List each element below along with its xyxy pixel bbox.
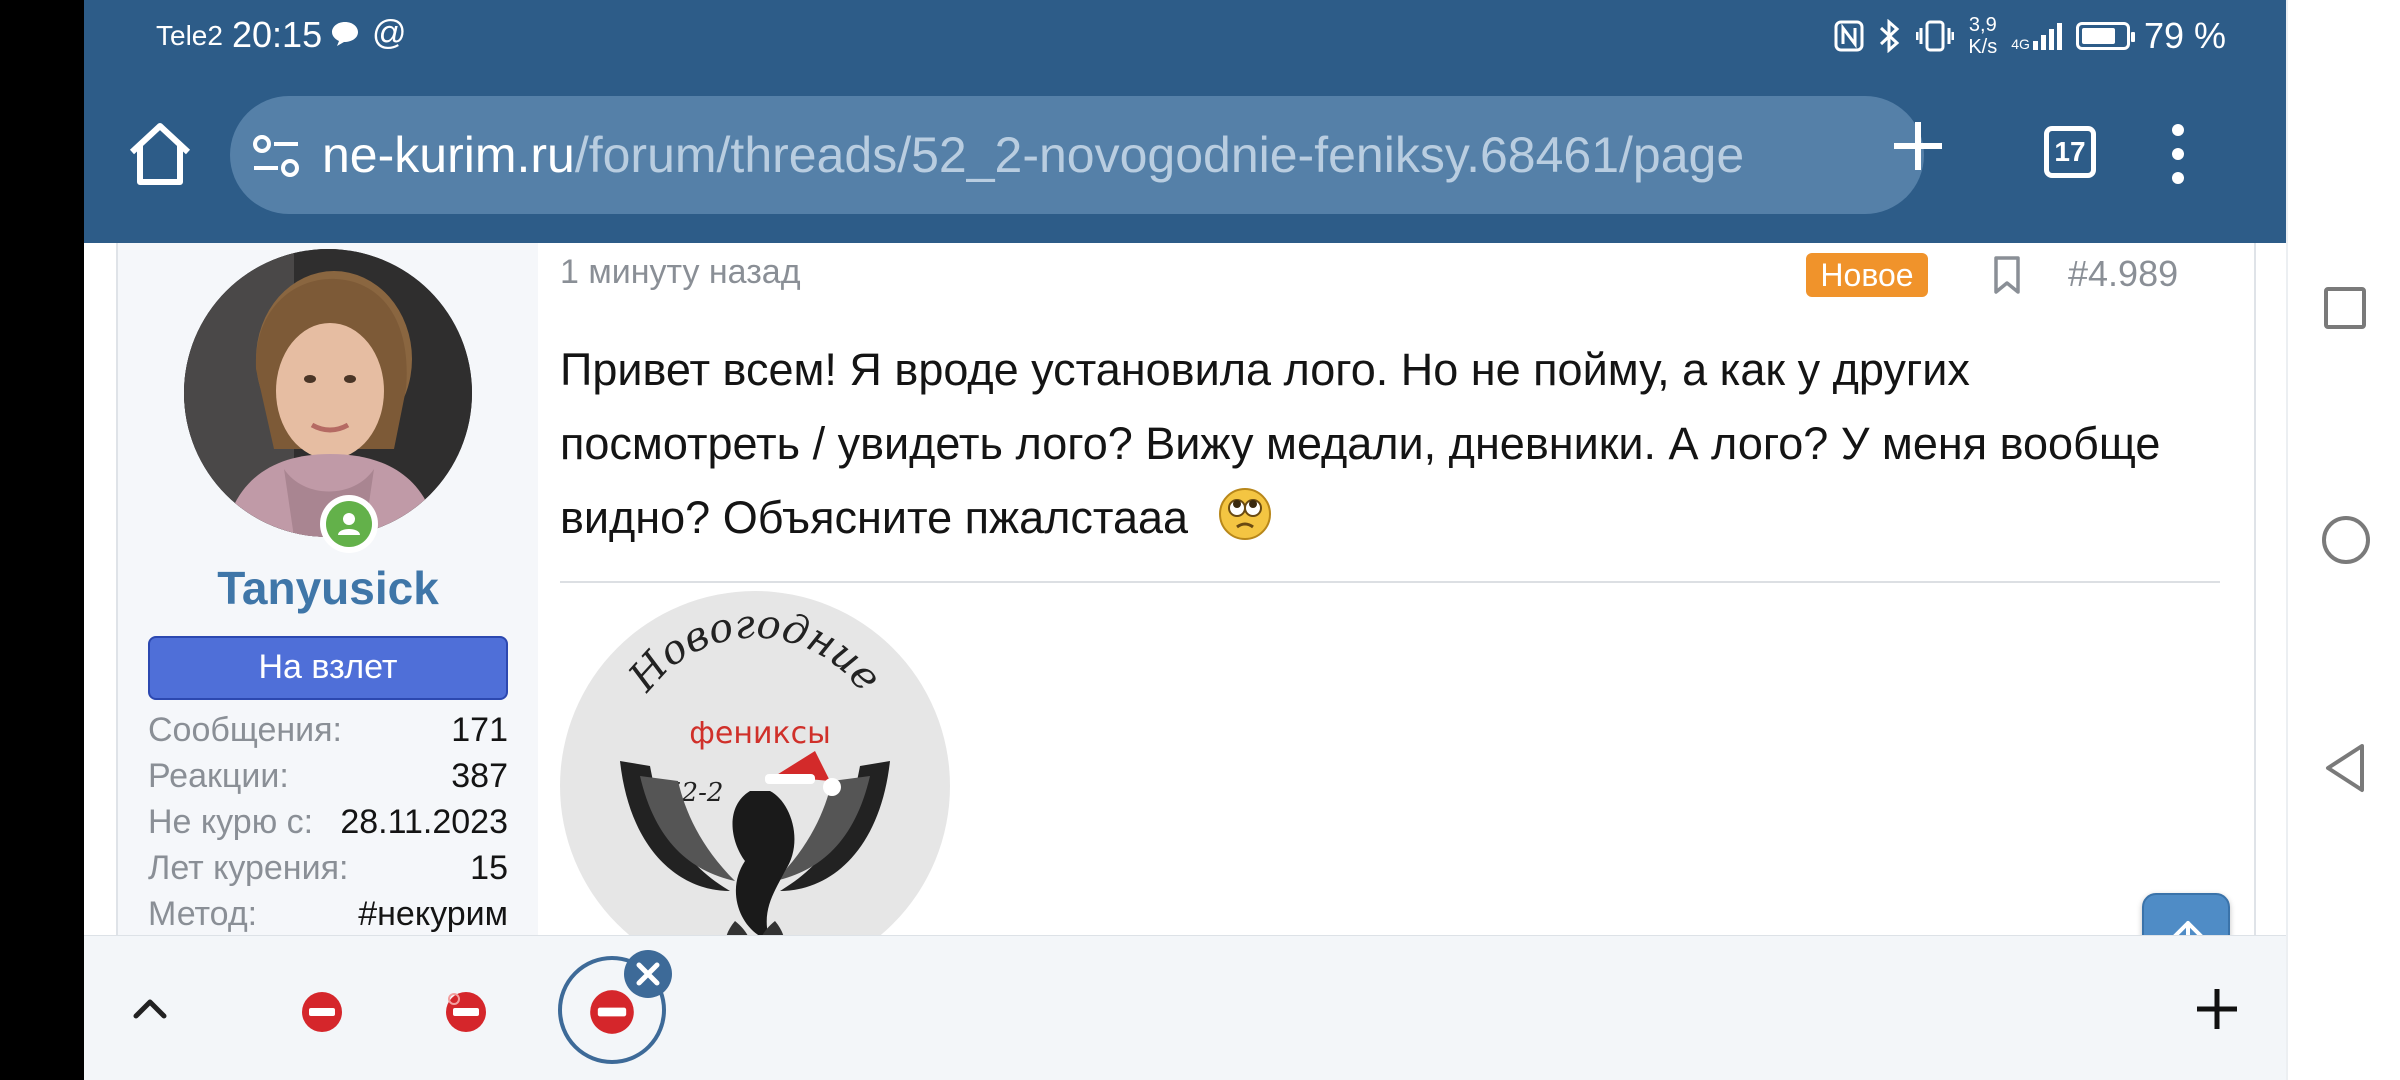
vibrate-icon — [1916, 20, 1955, 52]
user-rank-badge: На взлет — [148, 636, 508, 700]
nfc-icon — [1834, 20, 1864, 52]
status-icons: 3,9 K/s 4G 79 % — [1834, 12, 2226, 60]
device-screen: Tele2 20:15 @ 3,9 K/s 4G 79 % ne-kurim.r… — [84, 0, 2286, 1080]
stat-messages: Сообщения: 171 — [148, 711, 508, 749]
page-content: Tanyusick На взлет Сообщения: 171 Реакци… — [84, 243, 2286, 935]
battery-percent: 79 % — [2143, 15, 2226, 56]
forum-post: Tanyusick На взлет Сообщения: 171 Реакци… — [116, 243, 2256, 935]
bookmark-icon[interactable] — [1992, 255, 2022, 295]
tab-switcher-button[interactable]: 17 — [2044, 126, 2096, 178]
post-message-text: Привет всем! Я вроде установила лого. Но… — [560, 344, 2161, 543]
tune-icon[interactable] — [252, 134, 300, 178]
logo-subtitle: фениксы — [689, 716, 831, 751]
post-author-panel: Tanyusick На взлет Сообщения: 171 Реакци… — [118, 243, 538, 935]
net-speed: 3,9 K/s — [1968, 14, 1998, 58]
arrow-up-icon — [2173, 921, 2203, 935]
at-sign: @ — [372, 14, 407, 52]
signal-icon: 4G — [2011, 21, 2062, 51]
bluetooth-icon — [1880, 19, 1900, 53]
address-bar[interactable]: ne-kurim.ru/forum/threads/52_2-novogodni… — [230, 96, 1924, 214]
pleading-emoji-icon — [1219, 488, 1272, 540]
post-divider — [560, 581, 2220, 583]
browser-chrome: Tele2 20:15 @ 3,9 K/s 4G 79 % ne-kurim.r… — [84, 0, 2286, 243]
home-icon[interactable] — [124, 118, 196, 190]
stat-smoking-years: Лет курения: 15 — [148, 849, 508, 887]
tab-strip — [84, 935, 2286, 1080]
kebab-menu-icon[interactable] — [2170, 124, 2186, 184]
stat-method: Метод: #некурим — [148, 895, 508, 933]
online-status-icon — [320, 495, 378, 553]
home-circle-icon[interactable] — [2322, 516, 2370, 564]
message-icon — [332, 22, 358, 46]
carrier-label: Tele2 — [156, 20, 223, 51]
user-stats: Сообщения: 171 Реакции: 387 Не курю с: 2… — [148, 707, 508, 935]
status-bar: Tele2 20:15 @ 3,9 K/s 4G 79 % — [84, 0, 2286, 72]
stat-quit-date: Не курю с: 28.11.2023 — [148, 803, 508, 841]
new-badge: Новое — [1806, 253, 1928, 297]
logo-image[interactable]: Новогодние фениксы 52-2 — [560, 591, 950, 935]
post-number-link[interactable]: #4.989 — [2068, 253, 2178, 295]
battery-icon — [2075, 22, 2135, 50]
url-text[interactable]: ne-kurim.ru/forum/threads/52_2-novogodni… — [322, 126, 1902, 184]
username-link[interactable]: Tanyusick — [118, 561, 538, 615]
post-body: 1 минуту назад Новое #4.989 Привет всем!… — [538, 243, 2254, 935]
scroll-up-button[interactable] — [2142, 893, 2230, 935]
post-timestamp[interactable]: 1 минуту назад — [560, 253, 801, 292]
plus-icon[interactable] — [1890, 118, 1946, 174]
close-icon — [636, 962, 660, 986]
tab-favicon-2[interactable] — [444, 990, 488, 1034]
add-tab-plus-icon[interactable] — [2194, 986, 2240, 1032]
back-triangle-icon[interactable] — [2322, 742, 2368, 794]
chevron-up-icon[interactable] — [132, 996, 168, 1020]
url-path: /forum/threads/52_2-novogodnie-feniksy.6… — [574, 127, 1745, 183]
navigation-bar — [2286, 0, 2400, 1080]
tab-favicon-1[interactable] — [300, 990, 344, 1034]
clock: 20:15 — [232, 14, 323, 55]
recents-square-icon[interactable] — [2324, 287, 2366, 329]
url-domain: ne-kurim.ru — [322, 127, 575, 183]
close-tab-button[interactable] — [624, 950, 672, 998]
post-message: Привет всем! Я вроде установила лого. Но… — [560, 333, 2220, 555]
avatar[interactable] — [184, 249, 472, 537]
stat-reactions: Реакции: 387 — [148, 757, 508, 795]
